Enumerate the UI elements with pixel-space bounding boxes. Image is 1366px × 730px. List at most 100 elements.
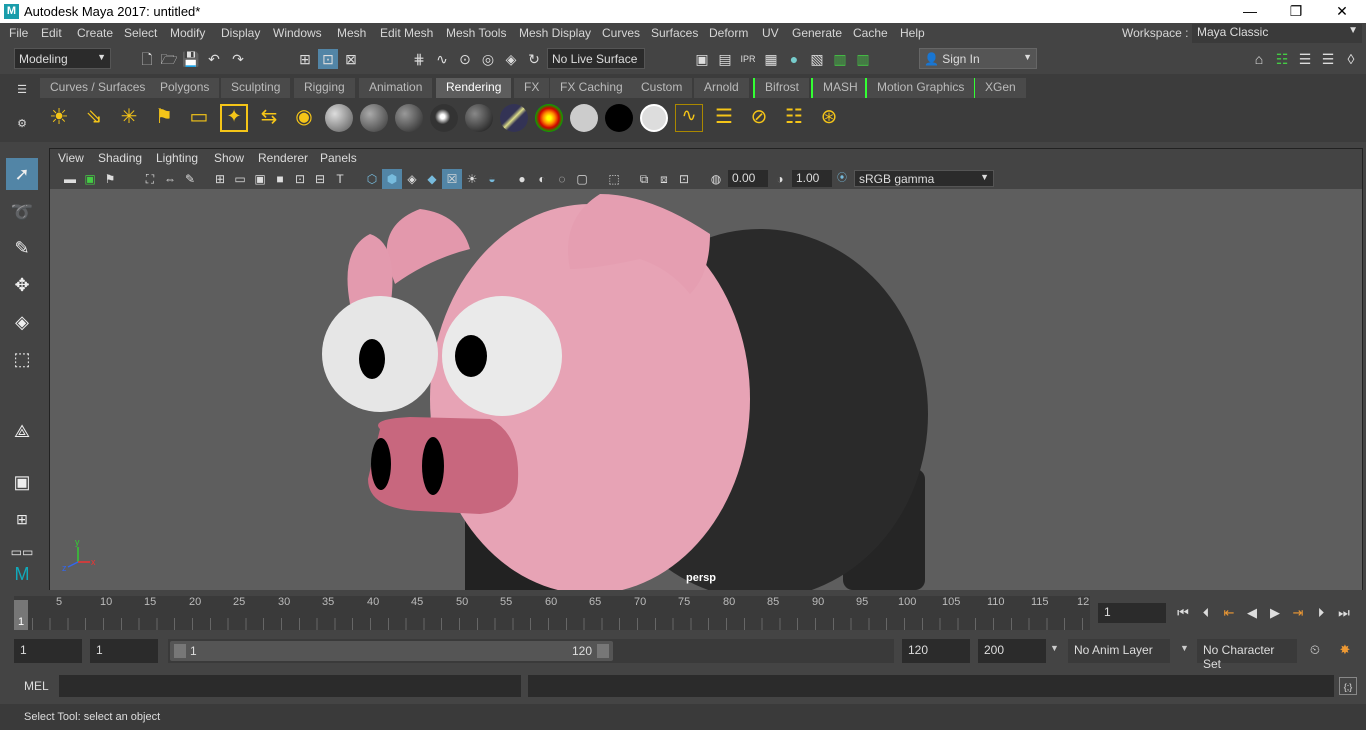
show-batch-render-icon[interactable]: ☷ (780, 104, 808, 132)
animation-end-field[interactable]: 200 (978, 639, 1046, 663)
select-object-icon[interactable]: ⊡ (318, 49, 338, 69)
close-button[interactable]: ✕ (1319, 0, 1365, 23)
image-plane-icon[interactable]: ⛶ (140, 169, 160, 189)
tab-arnold[interactable]: Arnold (694, 78, 749, 98)
current-frame-field[interactable]: 1 (1098, 603, 1166, 623)
attribute-editor-icon[interactable]: ☷ (1272, 49, 1292, 69)
grease-pencil-icon[interactable]: ✎ (180, 169, 200, 189)
menu-help[interactable]: Help (900, 26, 925, 40)
snap-point-icon[interactable]: ⊙ (455, 49, 475, 69)
surface-shader-icon[interactable] (570, 104, 598, 132)
grid-icon[interactable]: ⊞ (210, 169, 230, 189)
playback-end-field[interactable]: 120 (902, 639, 970, 663)
blinn-material-icon[interactable] (325, 104, 353, 132)
toggle-channel-box-icon[interactable]: ▥ (853, 49, 873, 69)
exposure-icon[interactable]: ◍ (706, 169, 726, 189)
range-slider-bar[interactable]: 1 120 (170, 641, 613, 661)
layout-four-icon[interactable]: ⊞ (6, 503, 38, 535)
view-transform-dropdown[interactable]: sRGB gamma ▼ (854, 170, 994, 187)
render-frame-icon[interactable]: ▤ (715, 49, 735, 69)
gamma-field[interactable]: 1.00 (792, 170, 832, 187)
live-surface-field[interactable]: No Live Surface (547, 48, 645, 69)
tool-settings-icon[interactable]: ☰ (1295, 49, 1315, 69)
field-chart-icon[interactable]: ⊡ (290, 169, 310, 189)
shelf-settings-icon[interactable]: ⚙ (12, 114, 32, 134)
area-light-icon[interactable]: ▭ (185, 104, 213, 132)
shadows-icon[interactable]: ☀ (462, 169, 482, 189)
volume-light-icon[interactable]: ✦ (220, 104, 248, 132)
ipr-render-icon[interactable]: IPR (738, 49, 758, 69)
workspace-dropdown[interactable]: Maya Classic ▼ (1192, 24, 1362, 43)
select-component-icon[interactable]: ⊠ (341, 49, 361, 69)
exposure-field[interactable]: 0.00 (728, 170, 768, 187)
xray-icon[interactable]: ⬚ (604, 169, 624, 189)
ambient-occlusion-icon[interactable]: ◒ (482, 169, 502, 189)
menu-mesh-display[interactable]: Mesh Display (519, 26, 591, 40)
panel-menu-view[interactable]: View (58, 151, 84, 165)
toggle-modeling-toolkit-icon[interactable]: ▧ (807, 49, 827, 69)
safe-action-icon[interactable]: ⊟ (310, 169, 330, 189)
panel-menu-panels[interactable]: Panels (320, 151, 357, 165)
textured-icon[interactable]: ◆ (422, 169, 442, 189)
resolution-gate-icon[interactable]: ▣ (250, 169, 270, 189)
wireframe-icon[interactable]: ⬡ (362, 169, 382, 189)
point-light-icon[interactable]: ✳ (115, 104, 143, 132)
playback-start-field[interactable]: 1 (90, 639, 158, 663)
shelf-tabs-menu-icon[interactable]: ☰ (12, 80, 32, 100)
range-start-handle[interactable] (174, 644, 186, 658)
menu-mesh[interactable]: Mesh (337, 26, 366, 40)
layer-editor-icon[interactable]: ◊ (1341, 49, 1361, 69)
xray-joints-icon[interactable]: ⧉ (634, 169, 654, 189)
anim-layer-dropdown[interactable]: No Anim Layer (1068, 639, 1170, 663)
minimize-button[interactable]: — (1227, 0, 1273, 23)
render-settings-shelf-icon[interactable]: ⊛ (815, 104, 843, 132)
menu-modify[interactable]: Modify (170, 26, 205, 40)
tab-polygons[interactable]: Polygons (150, 78, 220, 98)
restore-button[interactable]: ❐ (1273, 0, 1319, 23)
tab-mash[interactable]: MASH (811, 78, 868, 98)
panel-menu-lighting[interactable]: Lighting (156, 151, 198, 165)
command-input[interactable] (59, 675, 521, 697)
step-forward-frame-icon[interactable]: ⏵ (1312, 604, 1330, 622)
modeling-toolkit-icon[interactable]: ⌂ (1249, 49, 1269, 69)
command-language-label[interactable]: MEL (24, 679, 49, 693)
sign-in-button[interactable]: 👤 Sign In ▼ (919, 48, 1037, 69)
anti-aliasing-icon[interactable]: ◐ (532, 169, 552, 189)
tab-rigging[interactable]: Rigging (294, 78, 355, 98)
character-set-dropdown[interactable]: No Character Set (1197, 639, 1297, 671)
gate-mask-icon[interactable]: ■ (270, 169, 290, 189)
menu-uv[interactable]: UV (762, 26, 779, 40)
snap-curve-icon[interactable]: ∿ (432, 49, 452, 69)
tab-custom[interactable]: Custom (631, 78, 693, 98)
menu-display[interactable]: Display (221, 26, 260, 40)
redo-icon[interactable]: ↷ (228, 49, 248, 69)
lasso-tool-icon[interactable]: ➰ (6, 196, 38, 228)
camera-aim-icon[interactable]: ⇆ (255, 104, 283, 132)
cancel-batch-render-icon[interactable]: ⊘ (745, 104, 773, 132)
isolate-select-icon[interactable]: ▢ (572, 169, 592, 189)
gamma-icon[interactable]: ◑ (770, 169, 790, 189)
menu-mesh-tools[interactable]: Mesh Tools (446, 26, 506, 40)
save-scene-icon[interactable]: 💾 (181, 49, 201, 69)
menu-windows[interactable]: Windows (273, 26, 322, 40)
move-tool-icon[interactable]: ✥ (6, 269, 38, 301)
depth-of-field-icon[interactable]: ◌ (552, 169, 572, 189)
time-slider[interactable]: 1 5 10 15 20 25 30 35 40 45 50 55 60 65 … (0, 596, 1366, 634)
menu-cache[interactable]: Cache (853, 26, 888, 40)
animation-start-field[interactable]: 1 (14, 639, 82, 663)
ramp-shader-icon[interactable] (535, 104, 563, 132)
time-slider-track[interactable]: 1 5 10 15 20 25 30 35 40 45 50 55 60 65 … (14, 596, 1090, 630)
wireframe-on-shaded-icon[interactable]: ◈ (402, 169, 422, 189)
safe-title-icon[interactable]: T (330, 169, 350, 189)
motion-blur-icon[interactable]: ● (512, 169, 532, 189)
3d-scene[interactable]: y x z persp (50, 189, 1362, 590)
tab-motion-graphics[interactable]: Motion Graphics (865, 78, 977, 98)
directional-light-icon[interactable]: ⇘ (80, 104, 108, 132)
select-camera-icon[interactable]: ▬ (60, 169, 80, 189)
rotate-tool-icon[interactable]: ◈ (6, 306, 38, 338)
panel-menu-show[interactable]: Show (214, 151, 244, 165)
step-back-key-icon[interactable]: ⇤ (1220, 604, 1238, 622)
smooth-shade-icon[interactable]: ⬢ (382, 169, 402, 189)
ambient-light-icon[interactable]: ☀ (45, 104, 73, 132)
auto-key-icon[interactable]: ⏲ (1306, 641, 1324, 659)
